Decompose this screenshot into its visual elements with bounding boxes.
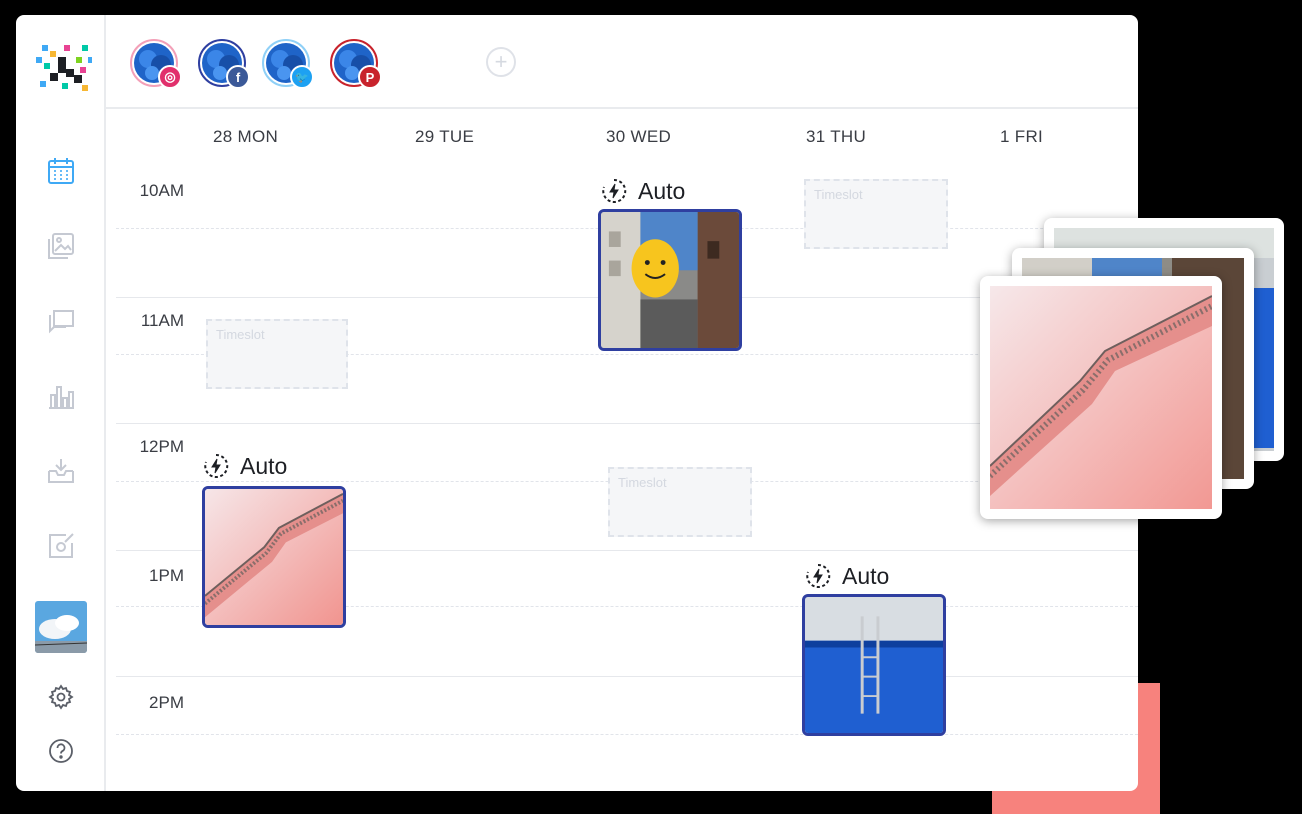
add-account-button[interactable]: + (486, 47, 516, 77)
media-card-front[interactable] (980, 276, 1222, 519)
time-label-2pm: 2PM (149, 693, 184, 712)
scheduled-post-stairs[interactable] (202, 486, 346, 628)
auto-lightning-icon (602, 178, 627, 203)
facebook-icon: f (226, 65, 250, 89)
question-circle-icon[interactable] (45, 735, 77, 767)
grid-hour-line (116, 676, 1138, 677)
auto-lightning-icon (806, 563, 831, 588)
image-gallery-icon[interactable] (45, 230, 77, 262)
instagram-account-avatar[interactable]: ◎ (130, 39, 182, 89)
day-header-tue: 29 TUE (415, 127, 475, 146)
day-header-mon: 28 MON (213, 127, 279, 146)
day-header-fri: 1 FRI (1000, 127, 1044, 146)
timeslot-wed-12pm[interactable]: Timeslot (608, 467, 752, 537)
edit-check-icon[interactable] (45, 530, 77, 562)
auto-publish-label-thu: Auto (804, 562, 889, 590)
timeslot-thu-10am[interactable]: Timeslot (804, 179, 948, 249)
facebook-account-avatar[interactable]: f (198, 39, 250, 89)
chat-bubbles-icon[interactable] (45, 305, 77, 337)
brand-logo[interactable] (36, 43, 92, 95)
auto-publish-label-mon: Auto (202, 452, 287, 480)
day-header-thu: 31 THU (806, 127, 867, 146)
sidebar (16, 15, 106, 791)
instagram-icon: ◎ (158, 65, 182, 89)
sky-thumbnail[interactable] (35, 601, 87, 653)
scheduled-post-balloon[interactable] (598, 209, 742, 351)
time-label-1pm: 1PM (149, 566, 184, 585)
twitter-account-avatar[interactable]: 🐦 (262, 39, 314, 89)
gear-icon[interactable] (45, 681, 77, 713)
scheduler-app-window: ◎ f 🐦 P + 28 MON 29 TUE 30 WED 31 THU 1 … (16, 15, 1138, 791)
inbox-download-icon[interactable] (45, 455, 77, 487)
calendar-icon[interactable] (45, 155, 77, 187)
pinterest-account-avatar[interactable]: P (330, 39, 382, 89)
time-label-10am: 10AM (139, 181, 184, 200)
timeslot-mon-11am[interactable]: Timeslot (206, 319, 348, 389)
auto-lightning-icon (204, 453, 229, 478)
grid-halfhour-line (116, 734, 1138, 735)
bar-chart-icon[interactable] (45, 380, 77, 412)
account-bar: ◎ f 🐦 P + (106, 15, 1138, 109)
time-label-11am: 11AM (140, 311, 184, 330)
time-label-12pm: 12PM (139, 437, 184, 456)
scheduled-post-pool[interactable] (802, 594, 946, 736)
day-header-wed: 30 WED (606, 127, 672, 146)
twitter-icon: 🐦 (290, 65, 314, 89)
pinterest-icon: P (358, 65, 382, 89)
auto-publish-label-wed: Auto (600, 177, 685, 205)
